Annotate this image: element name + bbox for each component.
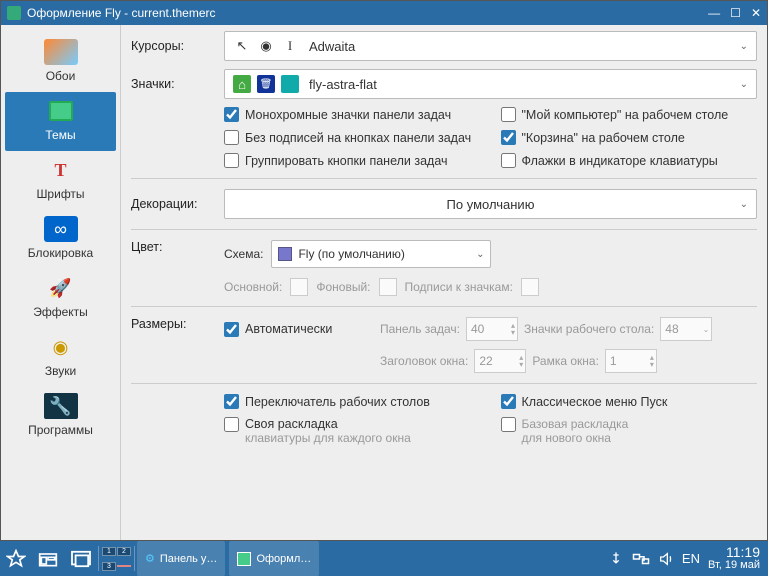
desktop-icon: [281, 75, 299, 93]
check-kb-flags[interactable]: Флажки в индикаторе клавиатуры: [501, 153, 758, 168]
sounds-icon: ◉: [44, 334, 78, 360]
sidebar: Обои Темы T Шрифты ∞ Блокировка 🚀 Эффект…: [1, 25, 121, 540]
check-group-taskbar[interactable]: Группировать кнопки панели задач: [224, 153, 481, 168]
trash-icon: 🗑: [257, 75, 275, 93]
scheme-label: Схема:: [224, 247, 263, 261]
cursor-text-icon: I: [281, 37, 299, 55]
titlebar[interactable]: Оформление Fly - current.themerc — ☐ ✕: [1, 1, 767, 25]
minimize-button[interactable]: —: [708, 6, 720, 20]
iconlabel-color-label: Подписи к значкам:: [405, 280, 513, 294]
bg-color-swatch[interactable]: [379, 278, 397, 296]
panel-size-spin[interactable]: 40▴▾: [466, 317, 518, 341]
content-panel: Курсоры: ↖ ◉ I Adwaita ⌄ Значки: ⌂ 🗑: [121, 25, 767, 540]
start-button[interactable]: [0, 541, 32, 576]
icons-combo[interactable]: ⌂ 🗑 fly-astra-flat ⌄: [224, 69, 757, 99]
cursor-arrow-icon: ↖: [233, 37, 251, 55]
show-desktop-button[interactable]: [64, 541, 98, 576]
lock-icon: ∞: [44, 216, 78, 242]
cursor-busy-icon: ◉: [257, 37, 275, 55]
network-tray-icon[interactable]: [632, 551, 650, 567]
border-size-spin[interactable]: 1▴▾: [605, 349, 657, 373]
workspace-pager[interactable]: 123: [99, 541, 134, 576]
icons-label: Значки:: [131, 77, 216, 91]
primary-color-label: Основной:: [224, 280, 282, 294]
check-classic-start[interactable]: Классическое меню Пуск: [501, 394, 758, 409]
chevron-down-icon: ⌄: [740, 41, 748, 52]
decorations-combo[interactable]: По умолчанию ⌄: [224, 189, 757, 219]
task-panel[interactable]: ⚙ Панель у…: [137, 541, 225, 576]
home-icon: ⌂: [233, 75, 251, 93]
decorations-label: Декорации:: [131, 197, 216, 211]
deskicons-size-spin[interactable]: 48⌄: [660, 317, 712, 341]
wallpaper-icon: [44, 39, 78, 65]
check-mycomputer[interactable]: "Мой компьютер" на рабочем столе: [501, 107, 758, 122]
programs-icon: 🔧: [44, 393, 78, 419]
settings-window: Оформление Fly - current.themerc — ☐ ✕ О…: [0, 0, 768, 541]
theme-task-icon: [237, 552, 251, 566]
chevron-down-icon: ⌄: [740, 199, 748, 210]
effects-icon: 🚀: [44, 275, 78, 301]
primary-color-swatch[interactable]: [290, 278, 308, 296]
scheme-combo[interactable]: Fly (по умолчанию) ⌄: [271, 240, 491, 268]
usb-tray-icon[interactable]: [608, 551, 624, 567]
filemanager-button[interactable]: [32, 541, 64, 576]
check-own-layout[interactable]: Своя раскладкаклавиатуры для каждого окн…: [224, 417, 481, 445]
fly-scheme-icon: [278, 247, 292, 261]
sidebar-item-sounds[interactable]: ◉ Звуки: [1, 328, 120, 387]
color-label: Цвет:: [131, 240, 216, 254]
check-workspace-pager[interactable]: Переключатель рабочих столов: [224, 394, 481, 409]
titlebar-size-spin[interactable]: 22▴▾: [474, 349, 526, 373]
maximize-button[interactable]: ☐: [730, 6, 741, 20]
iconlabel-color-swatch[interactable]: [521, 278, 539, 296]
check-no-labels[interactable]: Без подписей на кнопках панели задач: [224, 130, 481, 145]
fonts-icon: T: [44, 157, 78, 183]
sidebar-item-lock[interactable]: ∞ Блокировка: [1, 210, 120, 269]
check-mono-icons[interactable]: Монохромные значки панели задач: [224, 107, 481, 122]
themes-icon: [44, 98, 78, 124]
chevron-down-icon: ⌄: [740, 79, 748, 90]
sidebar-item-wallpaper[interactable]: Обои: [1, 33, 120, 92]
check-auto-size[interactable]: Автоматически: [224, 322, 374, 337]
volume-tray-icon[interactable]: [658, 551, 674, 567]
sidebar-item-programs[interactable]: 🔧 Программы: [1, 387, 120, 446]
cursors-label: Курсоры:: [131, 39, 216, 53]
sidebar-item-themes[interactable]: Темы: [5, 92, 116, 151]
window-title: Оформление Fly - current.themerc: [27, 6, 708, 20]
task-theme[interactable]: Оформл…: [229, 541, 319, 576]
sidebar-item-fonts[interactable]: T Шрифты: [1, 151, 120, 210]
check-trash-desktop[interactable]: "Корзина" на рабочем столе: [501, 130, 758, 145]
keyboard-lang[interactable]: EN: [682, 551, 700, 566]
sizes-label: Размеры:: [131, 317, 216, 331]
chevron-down-icon: ⌄: [476, 249, 484, 260]
gear-icon: ⚙: [145, 552, 155, 565]
check-base-layout[interactable]: Базовая раскладкадля нового окна: [501, 417, 758, 445]
app-icon: [7, 6, 21, 20]
clock[interactable]: 11:19 Вт, 19 май: [708, 546, 760, 572]
taskbar: 123 ⚙ Панель у… Оформл… EN 11:19 Вт, 19 …: [0, 541, 768, 576]
sidebar-item-effects[interactable]: 🚀 Эффекты: [1, 269, 120, 328]
close-button[interactable]: ✕: [751, 6, 761, 20]
bg-color-label: Фоновый:: [316, 280, 370, 294]
cursors-combo[interactable]: ↖ ◉ I Adwaita ⌄: [224, 31, 757, 61]
